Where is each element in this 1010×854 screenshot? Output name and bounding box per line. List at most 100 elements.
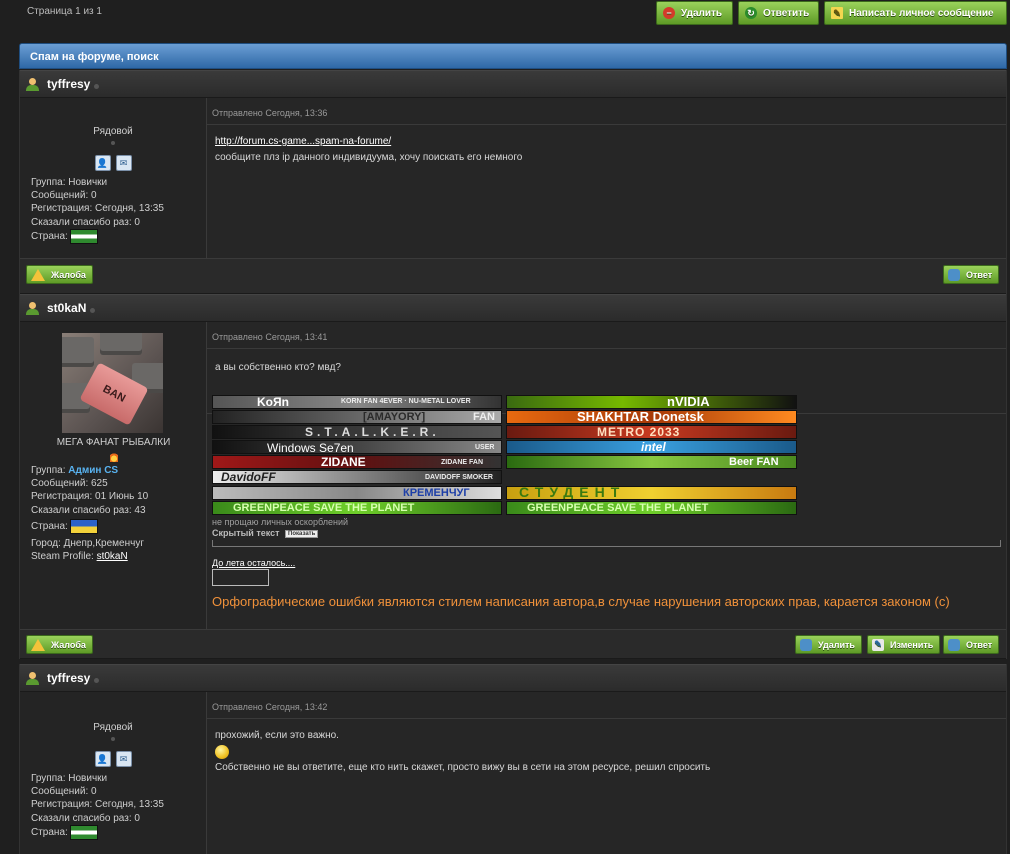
post-link[interactable]: http://forum.cs-game...spam-na-forume/: [215, 136, 391, 147]
delete-topic-button[interactable]: − Удалить: [656, 1, 733, 25]
profile-icon[interactable]: 👤: [94, 155, 111, 171]
userbar-zidane: ZIDANE ZIDANE FAN: [212, 455, 502, 469]
offline-status-icon: [94, 677, 100, 683]
author-info: Группа: Новички Сообщений: 0 Регистрация…: [20, 176, 206, 244]
registration-date: Регистрация: 01 Июнь 10: [31, 491, 149, 503]
post-text: а вы собственно кто? мвд?: [215, 362, 341, 373]
registration-date: Регистрация: Сегодня, 13:35: [31, 799, 164, 811]
user-group: Новички: [68, 177, 108, 188]
post-content: Отправлено Сегодня, 13:36 http://forum.c…: [207, 98, 1006, 258]
offline-status-icon: [94, 83, 100, 89]
post-date: Отправлено Сегодня, 13:42: [207, 692, 1006, 719]
avatar: BAN: [62, 333, 163, 433]
top-toolbar: Страница 1 из 1 − Удалить ↻ Ответить ✎ Напи…: [0, 0, 1010, 40]
user-group: Новички: [68, 773, 108, 784]
userbar-kremenchug: КРЕМЕНЧУГ: [212, 486, 502, 500]
signature-orange-text: Орфографические ошибки являются стилем н…: [212, 594, 950, 609]
post-footer: Жалоба Удалить ✎ Изменить Ответ: [20, 629, 1006, 659]
thanks-count: Сказали спасибо раз: 43: [31, 504, 146, 516]
author-panel: Рядовой 👤 ✉ Группа: Новички Сообщений: 0…: [20, 98, 207, 258]
userbar-amatory: [AMAYORY] FAN: [212, 410, 502, 424]
userbar-nvidia: nVIDIA: [506, 395, 797, 409]
userbar-korn: KoЯn KORN FAN 4EVER · NU-METAL LOVER: [212, 395, 502, 409]
userbar-shakhtar: SHAKHTAR Donetsk: [506, 410, 797, 424]
author-info: Группа: Админ CS Сообщений: 625 Регистра…: [31, 465, 149, 563]
user-rank: Рядовой: [93, 722, 133, 733]
note-icon: ✎: [831, 7, 843, 19]
delete-post-button[interactable]: Удалить: [795, 635, 862, 654]
complain-button[interactable]: Жалоба: [26, 265, 93, 284]
pm-envelope-icon[interactable]: ✉: [115, 751, 132, 767]
username-link[interactable]: tyffresy: [47, 671, 90, 685]
username-link[interactable]: tyffresy: [47, 77, 90, 91]
private-message-button[interactable]: ✎ Написать личное сообщение: [824, 1, 1007, 25]
user-rank: Рядовой: [93, 126, 133, 137]
userbar-intel: intel: [506, 440, 797, 454]
post-date: Отправлено Сегодня, 13:36: [207, 98, 1006, 125]
refresh-reply-icon: ↻: [745, 7, 757, 19]
registration-date: Регистрация: Сегодня, 13:35: [31, 203, 164, 215]
warning-icon: [31, 638, 45, 651]
profile-icon[interactable]: 👤: [94, 751, 111, 767]
quote-reply-button[interactable]: Ответ: [943, 635, 1000, 654]
author-panel: Рядовой 👤 ✉ Группа: Новички Сообщений: 0…: [20, 692, 207, 854]
thanks-count: Сказали спасибо раз: 0: [31, 812, 140, 824]
city: Город: Днепр,Кременчуг: [31, 537, 144, 549]
post-footer: Жалоба Ответ: [20, 258, 1006, 294]
reply-topic-button[interactable]: ↻ Ответить: [738, 1, 819, 25]
flame-icon: [110, 451, 118, 462]
topic-title: Спам на форуме, поиск: [19, 43, 1007, 69]
post-text-line: Собственно не вы ответите, еще кто нить …: [215, 762, 711, 773]
message-count: Сообщений: 0: [31, 190, 97, 202]
userbar-greenpeace: GREENPEACE SAVE THE PLANET: [212, 501, 502, 515]
message-count: Сообщений: 625: [31, 478, 108, 490]
rank-dot: [111, 737, 115, 741]
pencil-icon: ✎: [872, 638, 884, 651]
author-panel: BAN МЕГА ФАНАТ РЫБАЛКИ Группа: Админ CS …: [20, 322, 207, 629]
userbar-greenpeace-2: GREENPEACE SAVE THE PLANET: [506, 501, 797, 515]
userbar-davidoff: DavidoFF DAVIDOFF SMOKER: [212, 470, 502, 484]
author-info: Группа: Новички Сообщений: 0 Регистрация…: [20, 772, 206, 840]
countdown-box: [212, 569, 269, 586]
post-header: tyffresy: [20, 70, 1006, 98]
thanks-count: Сказали спасибо раз: 0: [31, 216, 140, 228]
rank-dot: [111, 141, 115, 145]
page-info: Страница 1 из 1: [27, 6, 102, 17]
speech-bubble-icon: [948, 268, 960, 281]
pm-envelope-icon[interactable]: ✉: [115, 155, 132, 171]
signature-note: не прощаю личных оскорблений: [212, 517, 349, 527]
userbar-stalker: S.T.A.L.K.E.R.: [212, 425, 502, 439]
countdown-link[interactable]: До лета осталось....: [212, 558, 295, 568]
smiley-icon: [215, 745, 229, 759]
offline-status-icon: [90, 307, 96, 313]
complain-button[interactable]: Жалоба: [26, 635, 93, 654]
userbar-beer: Beer FAN: [506, 455, 797, 469]
steam-profile-link[interactable]: st0kaN: [97, 551, 128, 562]
post-date: Отправлено Сегодня, 13:41: [207, 322, 1006, 349]
user-icon: [26, 301, 39, 315]
userbar-metro: METRO 2033: [506, 425, 797, 439]
warning-icon: [31, 268, 45, 281]
userbar-windows: Windows Se7en USER: [212, 440, 502, 454]
post-text: сообщите плз ip данного индивидуума, хоч…: [215, 152, 523, 163]
show-hidden-button[interactable]: Показать: [285, 529, 319, 538]
post-content: Отправлено Сегодня, 13:42 прохожий, если…: [207, 692, 1006, 854]
country-flag-icon: [69, 518, 98, 534]
speech-bubble-icon: [800, 638, 812, 651]
post-header: st0kaN: [20, 294, 1006, 322]
user-icon: [26, 671, 39, 685]
user-rank: МЕГА ФАНАТ РЫБАЛКИ: [56, 437, 171, 448]
delete-icon: −: [663, 7, 675, 19]
edit-post-button[interactable]: ✎ Изменить: [867, 635, 941, 654]
hidden-text-label: Скрытый текст Показать: [212, 528, 319, 538]
post-text-line: прохожий, если это важно.: [215, 730, 339, 741]
spoiler-box: [212, 540, 1001, 547]
user-icon: [26, 77, 39, 91]
userbar-student: СТУДЕНТ: [506, 486, 797, 500]
username-link[interactable]: st0kaN: [47, 301, 86, 315]
message-count: Сообщений: 0: [31, 786, 97, 798]
user-group: Админ CS: [68, 465, 119, 476]
post-header: tyffresy: [20, 664, 1006, 692]
quote-reply-button[interactable]: Ответ: [943, 265, 1000, 284]
speech-bubble-icon: [948, 638, 960, 651]
